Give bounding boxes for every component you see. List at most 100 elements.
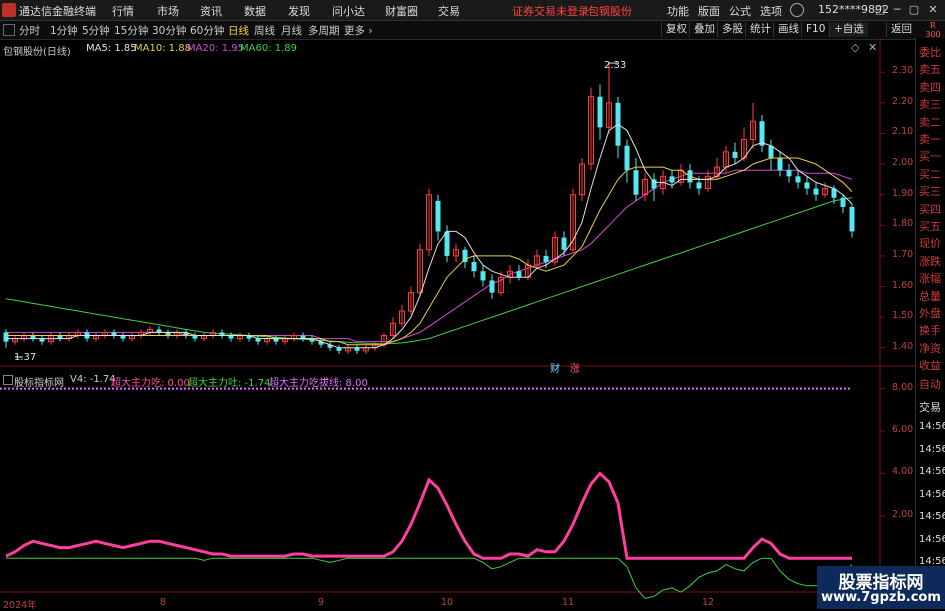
- indicator-pink-line: [5, 471, 852, 560]
- limit-up-marker[interactable]: 涨: [570, 360, 580, 375]
- side-panel-item[interactable]: 买四: [919, 201, 945, 217]
- period-daily[interactable]: 日线: [228, 23, 249, 38]
- btn-statistics[interactable]: 统计: [745, 22, 775, 37]
- side-panel-trade-item[interactable]: 14:56: [919, 511, 945, 522]
- btn-draw-line[interactable]: 画线: [773, 22, 803, 37]
- side-panel-item[interactable]: 买五: [919, 218, 945, 234]
- menu-item-trade[interactable]: 交易: [438, 3, 460, 19]
- candle-body-down: [813, 188, 819, 195]
- menu-item-data[interactable]: 数据: [244, 3, 266, 19]
- toggle-panel-icon[interactable]: [3, 24, 15, 36]
- high-price-label: 2.33: [604, 60, 627, 71]
- kline-chart[interactable]: [0, 38, 915, 609]
- candles-group: [3, 62, 855, 358]
- low-price-label: 1.37: [14, 352, 37, 363]
- candle-body-down: [669, 176, 675, 183]
- btn-add-favorite[interactable]: +自选: [829, 22, 868, 37]
- period-more[interactable]: 更多 ›: [344, 23, 373, 38]
- close-icon[interactable]: ✕: [925, 2, 941, 18]
- skin-icon[interactable]: □: [872, 2, 888, 18]
- side-panel-trade-item[interactable]: 交易: [919, 399, 945, 415]
- side-panel-item[interactable]: 外盘: [919, 305, 945, 321]
- period-weekly[interactable]: 周线: [254, 23, 275, 38]
- side-panel-item[interactable]: 买三: [919, 183, 945, 199]
- btn-back[interactable]: 返回: [886, 22, 916, 37]
- side-panel-item[interactable]: 现价: [919, 235, 945, 251]
- candle-body-down: [3, 332, 9, 342]
- period-monthly[interactable]: 月线: [281, 23, 302, 38]
- app-logo-icon: [2, 3, 16, 17]
- side-panel-trade-item[interactable]: 自动: [919, 376, 945, 392]
- candle-body-down: [624, 145, 630, 171]
- rank-badge[interactable]: R 300: [922, 21, 944, 39]
- side-panel-trade-item[interactable]: 14:56: [919, 444, 945, 455]
- menu-item-markets[interactable]: 市场: [157, 3, 179, 19]
- minimize-icon[interactable]: ─: [889, 2, 905, 18]
- side-panel-item[interactable]: 卖三: [919, 96, 945, 112]
- title-bar: 通达信金融终端 行情 市场 资讯 数据 发现 问小达 财富圈 交易 证券交易未登…: [0, 0, 945, 21]
- side-panel-item[interactable]: 涨跌: [919, 253, 945, 269]
- indicator-group: [0, 387, 853, 600]
- login-notice[interactable]: 证券交易未登录: [512, 3, 589, 19]
- side-panel-item[interactable]: 卖五: [919, 61, 945, 77]
- menu-item-layout[interactable]: 版面: [698, 3, 720, 19]
- side-panel-item[interactable]: 买一: [919, 148, 945, 164]
- chart-grid: [0, 38, 915, 593]
- period-60min[interactable]: 60分钟: [190, 23, 224, 38]
- user-avatar-icon[interactable]: [790, 3, 804, 17]
- watermark: 股票指标网 www.7gpzb.com: [817, 566, 945, 609]
- period-15min[interactable]: 15分钟: [114, 23, 148, 38]
- menu-item-wenxiaoda[interactable]: 问小达: [332, 3, 365, 19]
- price-tick-label: 1.60: [892, 279, 914, 291]
- btn-overlay[interactable]: 叠加: [689, 22, 719, 37]
- side-panel-item[interactable]: 卖一: [919, 131, 945, 147]
- side-panel-trade-item[interactable]: 14:56: [919, 466, 945, 477]
- period-multi[interactable]: 多周期: [308, 23, 340, 38]
- period-30min[interactable]: 30分钟: [152, 23, 186, 38]
- menu-item-function[interactable]: 功能: [667, 3, 689, 19]
- candle-body-down: [696, 182, 702, 189]
- candle-body-down: [786, 170, 792, 177]
- side-panel-trade-item[interactable]: 14:56: [919, 534, 945, 545]
- side-panel-item[interactable]: 净资: [919, 340, 945, 356]
- candle-body-down: [768, 145, 774, 158]
- side-panel-trade-item[interactable]: 14:56: [919, 421, 945, 432]
- period-1min[interactable]: 1分钟: [50, 23, 78, 38]
- side-panel-item[interactable]: 卖二: [919, 114, 945, 130]
- side-panel-item[interactable]: 涨幅: [919, 270, 945, 286]
- menu-item-formula[interactable]: 公式: [729, 3, 751, 19]
- side-panel-item[interactable]: 卖四: [919, 79, 945, 95]
- side-panel-item[interactable]: 买二: [919, 166, 945, 182]
- finance-marker[interactable]: 财: [550, 360, 560, 375]
- candle-body-down: [516, 271, 522, 278]
- menu-item-discover[interactable]: 发现: [288, 3, 310, 19]
- candle-body-down: [849, 206, 855, 232]
- quote-side-panel: 委比 卖五卖四 卖三卖二 卖一 买一买二 买三买四 买五 现价涨跌 涨幅总量 外盘 换手净资 收益自动…: [915, 38, 945, 609]
- btn-restore-rights[interactable]: 复权: [661, 22, 691, 37]
- candle-body-down: [561, 237, 567, 250]
- side-panel-item[interactable]: 换手: [919, 322, 945, 338]
- btn-f10[interactable]: F10: [801, 22, 829, 37]
- menu-item-market[interactable]: 行情: [112, 3, 134, 19]
- candle-body-down: [597, 96, 603, 128]
- side-panel-item[interactable]: 总量: [919, 288, 945, 304]
- candle-body-down: [480, 271, 486, 281]
- price-tick-label: 2.00: [892, 157, 914, 169]
- candle-body-down: [777, 157, 783, 171]
- rank-badge-r: R: [930, 21, 936, 30]
- candle-body-down: [633, 170, 639, 195]
- period-5min[interactable]: 5分钟: [82, 23, 110, 38]
- side-panel-trade-item[interactable]: 14:56: [919, 489, 945, 500]
- candle-body-down: [759, 121, 765, 146]
- price-tick-label: 1.50: [892, 310, 914, 322]
- menu-item-news[interactable]: 资讯: [200, 3, 222, 19]
- side-panel-item[interactable]: 委比: [919, 44, 945, 60]
- period-intraday[interactable]: 分时: [19, 23, 40, 38]
- menu-item-wealth[interactable]: 财富圈: [385, 3, 418, 19]
- maximize-icon[interactable]: ▢: [906, 2, 922, 18]
- menu-item-options[interactable]: 选项: [760, 3, 782, 19]
- side-panel-item[interactable]: 收益: [919, 357, 945, 373]
- candle-body-down: [804, 182, 810, 189]
- candle-body-down: [471, 262, 477, 272]
- btn-multi-stock[interactable]: 多股: [717, 22, 747, 37]
